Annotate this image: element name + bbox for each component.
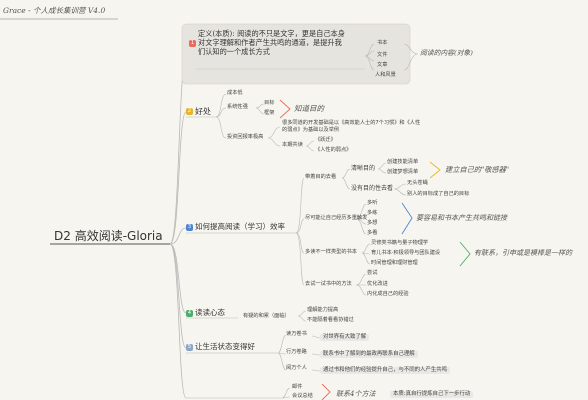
branch3-learn-label: 尽可能让自己经历多重触发 bbox=[305, 215, 368, 221]
branch2-know-goal: 知道目的 bbox=[294, 104, 324, 113]
branch2-investment: 投资回报率极高 bbox=[227, 134, 264, 140]
branch1-definition: 定义(本质): 阅读的不只是文字，更是自己本身 1 对文字理解和作者产生共鸣的通道… bbox=[189, 29, 345, 56]
branch3-goal-label: 带着目的去看 bbox=[305, 174, 337, 180]
branch1-tag-article: 文章 bbox=[377, 62, 388, 68]
branch3-type-note: 有联系，引申或是模棒是一样的 bbox=[474, 249, 572, 257]
header-title: Grace - 个人成长集训营 V4.0 bbox=[3, 6, 106, 15]
branch3-method-internalize: 内化成自己的经验 bbox=[367, 291, 409, 297]
branch3-method-label: 去试一试书中的方法 bbox=[305, 281, 352, 287]
branch3-label-text: 如何提高阅读（学习）效率 bbox=[195, 222, 285, 231]
branch1-tag-file: 文件 bbox=[377, 52, 388, 58]
branch4-badge: 4 bbox=[186, 309, 193, 317]
branch1-badge: 1 bbox=[189, 39, 196, 47]
branch3-type-1: 灵修类书籍与量子物理学 bbox=[371, 240, 429, 246]
branch5-group-1-box: 对世界有大致了解 bbox=[320, 334, 370, 342]
branch3-no-goal: 没有目的性去看 bbox=[351, 185, 394, 192]
branch2-framework: 框架 bbox=[264, 110, 275, 116]
branch6-box: 本质:真自行提炼自己下一步行动 bbox=[390, 391, 474, 399]
branch3-clear-goal: 清晰目的 bbox=[351, 165, 376, 172]
branch2-book-line-2: 的弱点》为基础以及举例 bbox=[282, 126, 340, 133]
branch3-reader-not-goal: 别人的目标成了自己的目标 bbox=[407, 191, 470, 197]
branch1-line-3: 们认知的一个成长方式 bbox=[198, 47, 270, 56]
branch2-resonance: 本期共读 bbox=[282, 142, 303, 148]
branch1-tag-people: 人和风景 bbox=[375, 72, 396, 78]
branch3-create-dream: 创建梦想清单 bbox=[387, 169, 419, 175]
branch2-book-line-1: 很多同道的开发基础是以《高效能人士的7个习惯》和《人性 bbox=[282, 120, 421, 126]
branch4-label-text: 读读心态 bbox=[195, 308, 225, 317]
branch5-group-3-box: 通过书和他们的经验提升自己，与不同的人产生共鸣 bbox=[320, 367, 450, 375]
branch3-type-3: 时间管理和理财管理 bbox=[371, 260, 418, 266]
branch3-learn-read: 多看 bbox=[367, 230, 378, 236]
branch5-group-3-label: 阅万个人 bbox=[286, 365, 307, 371]
branch3-learn-think: 多想 bbox=[367, 220, 378, 226]
branch6-item-1: 邮件 bbox=[292, 384, 303, 390]
branch6-item-2: 会议总结 bbox=[292, 393, 313, 399]
branch6-note: 联系4个方法 bbox=[336, 390, 376, 398]
branch2-cost: 成本低 bbox=[227, 90, 243, 96]
branch5-badge: 5 bbox=[186, 343, 193, 351]
branch5-group-2-label: 行万卷路 bbox=[286, 349, 307, 355]
branch4-item-2: 不能隔着看看协错过 bbox=[307, 317, 354, 323]
branch5-label-text: 让生活状态变得好 bbox=[195, 342, 255, 351]
branch3-learn-listen: 多听 bbox=[367, 200, 378, 206]
branch3-type-2: 育儿书本·积极领导与团队建设 bbox=[371, 250, 441, 256]
branch3-create-list: 创建技能清单 bbox=[387, 159, 419, 165]
branch3-label: 3 如何提高阅读（学习）效率 bbox=[186, 222, 285, 231]
branch2-badge: 2 bbox=[186, 108, 193, 115]
branch3-method-try: 尝试 bbox=[367, 270, 378, 276]
branch2-label: 2 好处 bbox=[186, 107, 211, 117]
branch2-resonance-2: 《人性的弱点》 bbox=[315, 147, 352, 153]
branch3-type-label: 多读不一样类型的书本 bbox=[305, 249, 357, 255]
branch1-tag-book: 书本 bbox=[377, 40, 388, 46]
branch1-note: 阅读的内容(对象) bbox=[420, 49, 473, 57]
branch4-sub: 有疑的和累（面临） bbox=[243, 313, 290, 319]
center-title: D2 高效阅读-Gloria bbox=[54, 229, 163, 243]
branch1-line-1: 定义(本质): 阅读的不只是文字，更是自己本身 bbox=[198, 29, 345, 38]
branch2-label-text: 好处 bbox=[195, 107, 211, 116]
branch5-label: 5 让生活状态变得好 bbox=[186, 342, 255, 351]
mindmap-canvas bbox=[0, 18, 471, 400]
branch3-learn-note: 要容易和书本产生共鸣和链接 bbox=[416, 214, 507, 222]
branch1-line-2: 1 对文字理解和作者产生共鸣的通道，是提升我 bbox=[189, 38, 345, 47]
branch3-badge: 3 bbox=[186, 223, 193, 231]
branch3-learn-practice: 多练 bbox=[367, 210, 378, 216]
branch2-book-note: 很多同道的开发基础是以《高效能人士的7个习惯》和《人性 的弱点》为基础以及举例 bbox=[282, 120, 420, 133]
branch2-goal: 目标 bbox=[264, 100, 275, 106]
branch3-goal-note: 建立自己的"敬感器" bbox=[445, 165, 510, 174]
branch3-method-improve: 优化改进 bbox=[367, 281, 388, 287]
branch5-group-1-label: 读万卷书 bbox=[286, 331, 307, 337]
branch4-label: 4 读读心态 bbox=[186, 308, 225, 317]
branch4-item-1: 理解能力提高 bbox=[307, 307, 339, 313]
branch2-resonance-1: 《跃迁》 bbox=[315, 137, 336, 143]
branch3-no-restraint: 无头苍蝇 bbox=[407, 180, 428, 186]
branch1-line-2-text: 对文字理解和作者产生共鸣的通道，是提升我 bbox=[198, 38, 342, 47]
branch2-system: 系统性强 bbox=[227, 104, 248, 110]
branch5-group-2-box: 联系书中了解到的最政再联系自己理解 bbox=[320, 351, 418, 359]
